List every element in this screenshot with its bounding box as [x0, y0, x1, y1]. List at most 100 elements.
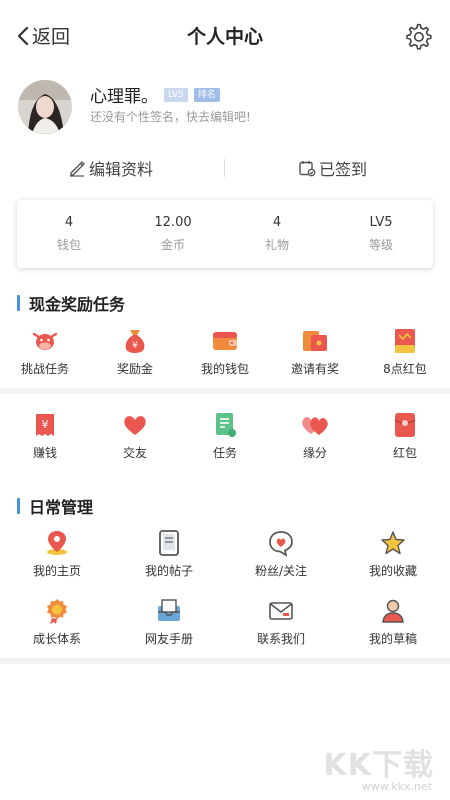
grid-item-favorites[interactable]: 我的收藏 [348, 528, 438, 579]
medal-icon [47, 599, 67, 624]
section-accent-bar [17, 498, 20, 514]
watermark: KK下载 www.kkx.net [322, 740, 442, 796]
stat-label: 礼物 [264, 238, 289, 252]
top-bar: 返回 个人中心 [0, 0, 450, 72]
grid-item-label: 8点红包 [383, 362, 427, 376]
grid-item-label: 联系我们 [256, 632, 305, 646]
section-title-text: 日常管理 [29, 498, 94, 517]
profile-section: 心理罪。 LV5 排名 还没有个性签名，快去编辑吧! [18, 80, 438, 134]
grid-item-manual[interactable]: 网友手册 [124, 596, 214, 647]
grid-item-redpacket[interactable]: 红包 [360, 410, 450, 461]
grid-item-tasks[interactable]: 任务 [180, 410, 270, 461]
grid-item-reward[interactable]: ¥ 奖励金 [90, 326, 180, 377]
stat-level[interactable]: LV5 等级 [329, 215, 433, 253]
grid-item-label: 赚钱 [32, 446, 57, 460]
watermark-text: KK下载 [323, 748, 434, 783]
grid-item-8pm-packet[interactable]: 8点红包 [360, 326, 450, 377]
grid-item-wallet[interactable]: 我的钱包 [180, 326, 270, 377]
section-divider [0, 388, 450, 394]
cash-tasks-title: 现金奖励任务 [17, 291, 125, 315]
grid-item-label: 我的主页 [32, 564, 81, 578]
grid-item-label: 任务 [212, 446, 237, 460]
settings-button[interactable] [404, 22, 432, 54]
grid-item-invite[interactable]: 邀请有奖 [270, 326, 360, 377]
grid-item-label: 交友 [122, 446, 147, 460]
grid-item-label: 我的收藏 [368, 564, 417, 578]
grid-item-label: 缘分 [302, 446, 327, 460]
inbox-icon [158, 599, 180, 621]
stat-label: 金币 [160, 238, 185, 252]
profile-actions: 编辑资料 已签到 [0, 150, 450, 186]
stat-wallet[interactable]: 4 钱包 [17, 215, 121, 253]
stat-label: 等级 [368, 238, 393, 252]
red-envelope-icon [394, 413, 416, 437]
grid-item-followers[interactable]: 粉丝/关注 [236, 528, 326, 579]
location-pin-icon [47, 531, 67, 555]
action-divider [224, 159, 225, 177]
grid-item-label: 挑战任务 [20, 362, 69, 376]
svg-text:¥: ¥ [42, 418, 49, 431]
avatar[interactable] [18, 80, 72, 134]
rank-badge: 排名 [193, 87, 220, 102]
profile-name-row: 心理罪。 LV5 排名 [90, 82, 220, 107]
back-button[interactable]: 返回 [16, 22, 70, 49]
section-divider [0, 658, 450, 664]
stat-value: 4 [272, 215, 282, 230]
stat-coins[interactable]: 12.00 金币 [121, 215, 225, 253]
grid-item-drafts[interactable]: 我的草稿 [348, 596, 438, 647]
edit-profile-label: 编辑资料 [89, 160, 154, 179]
section-accent-bar [17, 295, 20, 311]
stat-value: 12.00 [154, 215, 192, 230]
heart-icon [124, 416, 146, 435]
grid-item-label: 成长体系 [32, 632, 81, 646]
grid-item-homepage[interactable]: 我的主页 [12, 528, 102, 579]
signin-label: 已签到 [319, 160, 368, 179]
grid-item-friends[interactable]: 交友 [90, 410, 180, 461]
money-bag-icon: ¥ [125, 330, 145, 353]
mail-icon [269, 602, 293, 620]
heart-bubble-icon [269, 531, 293, 557]
grid-item-label: 我的钱包 [200, 362, 249, 376]
svg-text:¥: ¥ [132, 341, 138, 351]
chevron-left-icon [17, 26, 29, 45]
stat-label: 钱包 [56, 238, 81, 252]
yuan-receipt-icon: ¥ [36, 414, 54, 436]
stat-value: 4 [64, 215, 74, 230]
gear-icon [406, 23, 432, 50]
grid-item-label: 网友手册 [144, 632, 193, 646]
stat-gifts[interactable]: 4 礼物 [225, 215, 329, 253]
stat-value: LV5 [369, 215, 393, 230]
grid-item-label: 粉丝/关注 [254, 564, 308, 578]
envelope-icon [303, 331, 327, 351]
red-packet-8-icon [395, 329, 415, 353]
grid-item-earn[interactable]: ¥ 赚钱 [0, 410, 90, 461]
back-label: 返回 [32, 26, 71, 48]
double-heart-icon [302, 417, 328, 435]
watermark-url: www.kkx.net [361, 780, 432, 793]
task-doc-icon [216, 413, 236, 437]
stats-card: 4 钱包 12.00 金币 4 礼物 LV5 等级 [17, 200, 433, 268]
grid-item-posts[interactable]: 我的帖子 [124, 528, 214, 579]
pencil-icon [70, 161, 85, 177]
wallet-icon [213, 332, 237, 350]
username: 心理罪。 [90, 87, 158, 107]
section-title-text: 现金奖励任务 [29, 295, 126, 314]
grid-item-growth[interactable]: 成长体系 [12, 596, 102, 647]
grid-item-label: 奖励金 [116, 362, 153, 376]
grid-item-label: 我的草稿 [368, 632, 417, 646]
grid-item-contact[interactable]: 联系我们 [236, 596, 326, 647]
user-icon [382, 599, 404, 623]
signature-text[interactable]: 还没有个性签名，快去编辑吧! [90, 108, 251, 125]
cow-icon [32, 332, 58, 350]
grid-item-label: 红包 [392, 446, 417, 460]
grid-item-label: 邀请有奖 [290, 362, 339, 376]
tablet-icon [159, 530, 179, 556]
daily-title: 日常管理 [17, 494, 93, 518]
signin-button[interactable]: 已签到 [298, 156, 367, 180]
level-badge: LV5 [164, 87, 188, 102]
calendar-check-icon [299, 161, 316, 177]
grid-item-fate[interactable]: 缘分 [270, 410, 360, 461]
edit-profile-button[interactable]: 编辑资料 [68, 156, 153, 180]
grid-item-challenge[interactable]: 挑战任务 [0, 326, 90, 377]
star-icon [381, 531, 405, 555]
